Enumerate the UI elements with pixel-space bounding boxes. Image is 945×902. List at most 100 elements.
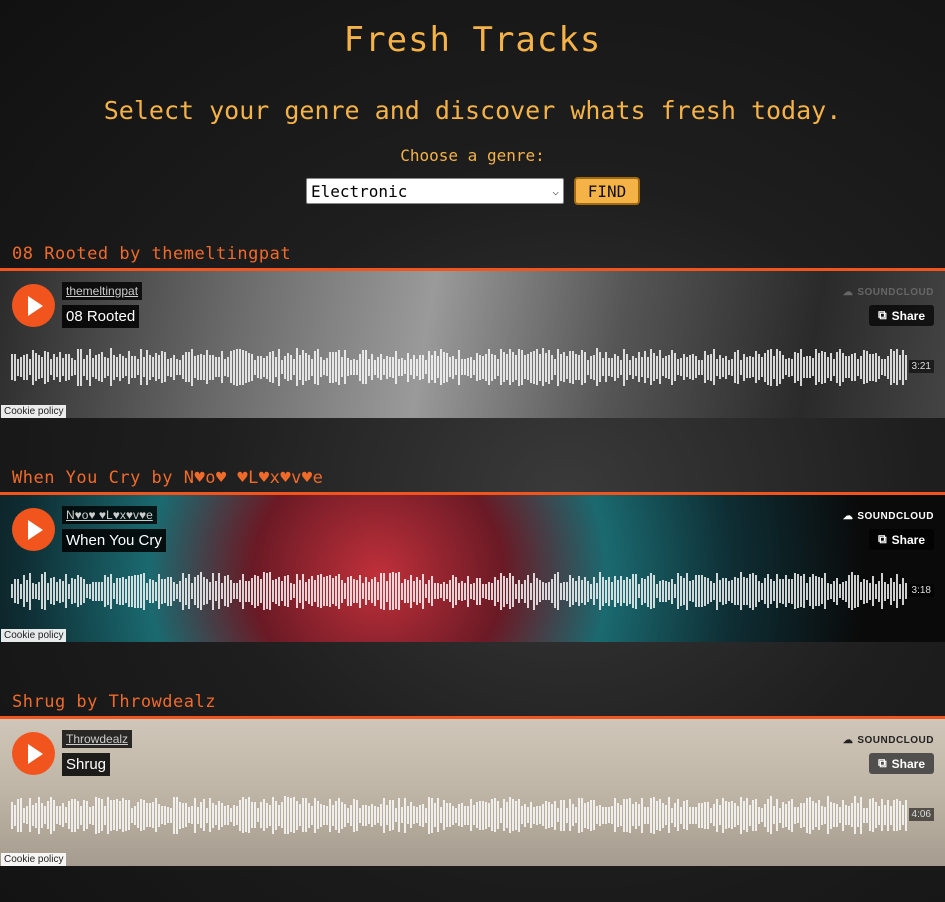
waveform-bar — [587, 359, 589, 375]
artist-link[interactable]: Throwdealz — [62, 730, 133, 748]
soundcloud-player[interactable]: Throwdealz Shrug ☁ SOUNDCLOUD ⧉ Share 4:06… — [0, 716, 945, 866]
waveform-bar — [305, 353, 307, 381]
waveform-bar — [266, 802, 268, 828]
waveform[interactable] — [11, 571, 908, 611]
waveform-bar — [14, 353, 16, 381]
waveform-bar — [41, 802, 43, 828]
waveform-bar — [503, 352, 505, 382]
waveform-bar — [131, 356, 133, 378]
waveform-bar — [635, 801, 637, 829]
waveform-bar — [227, 357, 229, 377]
genre-select[interactable]: Electronic ⌵ — [306, 178, 564, 204]
waveform-bar — [248, 580, 250, 602]
waveform-bar — [845, 356, 847, 378]
waveform-bar — [329, 575, 331, 607]
waveform-bar — [581, 798, 583, 832]
waveform-bar — [191, 806, 193, 824]
waveform-bar — [290, 582, 292, 600]
waveform-bar — [158, 355, 160, 379]
waveform-bar — [485, 801, 487, 829]
soundcloud-logo[interactable]: ☁ SOUNDCLOUD — [843, 735, 934, 746]
waveform-bar — [854, 796, 856, 834]
find-button[interactable]: FIND — [574, 177, 640, 205]
waveform-bar — [740, 796, 742, 834]
waveform-bar — [767, 349, 769, 385]
waveform-bar — [206, 350, 208, 384]
cookie-policy-link[interactable]: Cookie policy — [1, 405, 67, 418]
waveform-bar — [755, 575, 757, 607]
waveform-bar — [455, 807, 457, 823]
artist-link[interactable]: themeltingpat — [62, 282, 143, 300]
play-button[interactable] — [12, 508, 55, 551]
waveform-bar — [770, 796, 772, 834]
waveform-bar — [323, 805, 325, 825]
soundcloud-logo[interactable]: ☁ SOUNDCLOUD — [843, 511, 934, 522]
artist-link[interactable]: N♥o♥ ♥L♥x♥v♥e — [62, 506, 157, 524]
track-duration: 3:21 — [908, 360, 934, 373]
waveform-bar — [56, 806, 58, 824]
waveform-bar — [542, 348, 544, 386]
waveform-bar — [614, 798, 616, 832]
waveform-bar — [527, 574, 529, 608]
waveform-bar — [593, 354, 595, 380]
waveform-bar — [560, 799, 562, 831]
waveform-bar — [11, 584, 13, 598]
waveform-bar — [317, 801, 319, 829]
waveform-bar — [74, 798, 76, 832]
waveform-bar — [521, 583, 523, 599]
waveform-bar — [683, 801, 685, 829]
cookie-policy-link[interactable]: Cookie policy — [1, 853, 67, 866]
waveform-bar — [737, 577, 739, 605]
waveform-bar — [884, 358, 886, 376]
waveform-bar — [659, 580, 661, 602]
waveform-bar — [32, 804, 34, 826]
track-title[interactable]: When You Cry — [62, 529, 166, 552]
waveform-bar — [98, 581, 100, 601]
waveform-bar — [704, 576, 706, 606]
waveform-bar — [602, 358, 604, 376]
soundcloud-player[interactable]: themeltingpat 08 Rooted ☁ SOUNDCLOUD ⧉ Sha… — [0, 268, 945, 418]
waveform-bar — [404, 579, 406, 603]
waveform-bar — [32, 583, 34, 599]
waveform-bar — [206, 578, 208, 604]
waveform-bar — [848, 805, 850, 825]
waveform-bar — [749, 356, 751, 378]
waveform-bar — [806, 582, 808, 600]
track-title[interactable]: 08 Rooted — [62, 305, 140, 328]
track-title[interactable]: Shrug — [62, 753, 111, 776]
waveform-bar — [725, 578, 727, 604]
waveform-bar — [596, 348, 598, 386]
waveform-bar — [437, 583, 439, 599]
share-button[interactable]: ⧉ Share — [869, 529, 934, 550]
waveform-bar — [143, 357, 145, 377]
waveform-bar — [452, 355, 454, 379]
waveform-bar — [875, 802, 877, 828]
share-button[interactable]: ⧉ Share — [869, 753, 934, 774]
waveform-bar — [260, 355, 262, 379]
share-button[interactable]: ⧉ Share — [869, 305, 934, 326]
waveform-bar — [230, 579, 232, 603]
waveform[interactable] — [11, 347, 908, 387]
soundcloud-player[interactable]: N♥o♥ ♥L♥x♥v♥e When You Cry ☁ SOUNDCLOUD ⧉… — [0, 492, 945, 642]
waveform-bar — [674, 584, 676, 598]
cookie-policy-link[interactable]: Cookie policy — [1, 629, 67, 642]
waveform-bar — [344, 350, 346, 384]
play-button[interactable] — [12, 284, 55, 327]
waveform-bar — [200, 354, 202, 380]
waveform-bar — [296, 800, 298, 830]
waveform-bar — [101, 352, 103, 382]
waveform-bar — [824, 806, 826, 824]
waveform-bar — [632, 574, 634, 608]
waveform-bar — [872, 576, 874, 606]
waveform-bar — [227, 575, 229, 607]
waveform-bar — [176, 796, 178, 834]
waveform-bar — [848, 356, 850, 378]
waveform[interactable] — [11, 795, 908, 835]
play-button[interactable] — [12, 732, 55, 775]
soundcloud-logo[interactable]: ☁ SOUNDCLOUD — [843, 287, 934, 298]
waveform-bar — [41, 356, 43, 378]
waveform-bar — [647, 806, 649, 824]
waveform-bar — [479, 354, 481, 380]
waveform-bar — [254, 802, 256, 828]
waveform-bar — [491, 799, 493, 831]
